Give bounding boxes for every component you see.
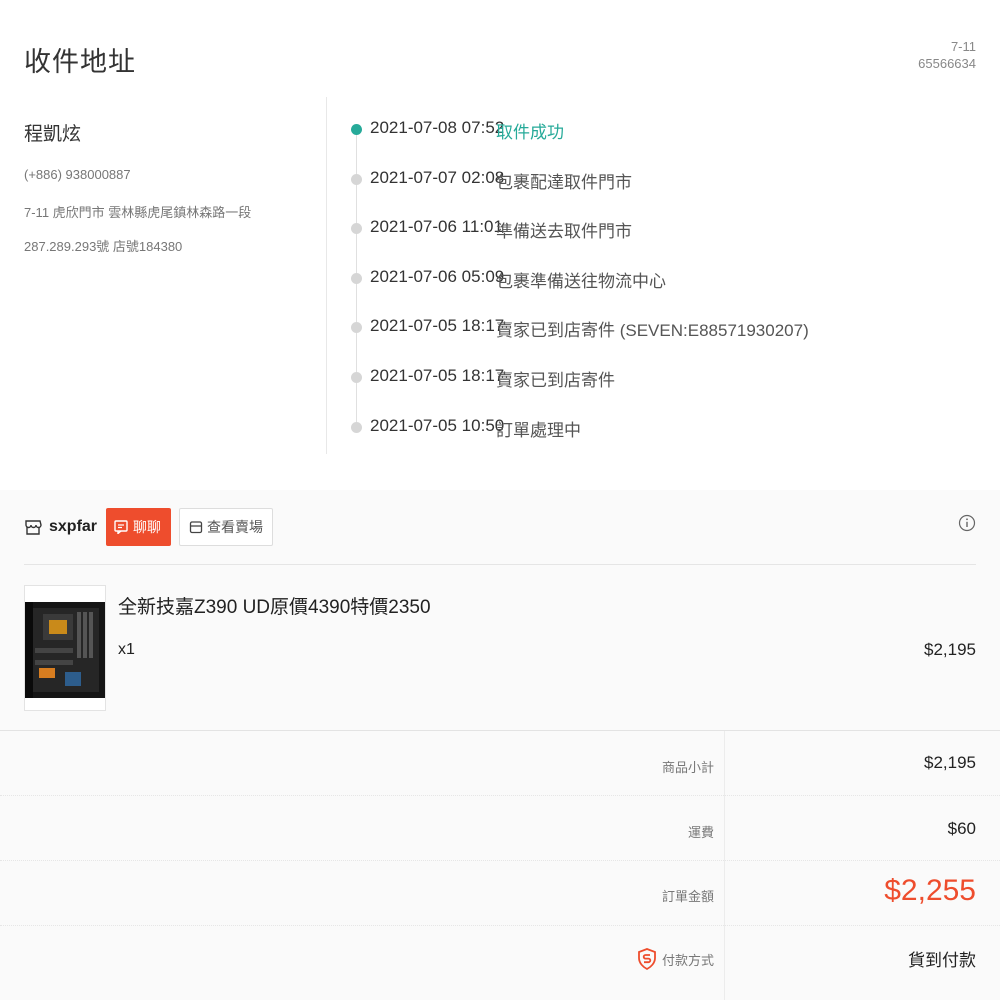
timeline-dot [351, 173, 362, 185]
timeline-item: 2021-07-06 11:01 準備送去取件門市 [340, 207, 980, 257]
order-summary: 商品小計 $2,195 運費 $60 訂單金額 $2,255 付款方式 貨到付款 [0, 730, 1000, 1000]
product-thumbnail[interactable] [24, 585, 106, 711]
shipping-address-section: 收件地址 7-11 65566634 程凱炫 (+886) 938000887 … [0, 0, 1000, 490]
shipping-value: $60 [947, 819, 976, 838]
carrier-info: 7-11 65566634 [918, 38, 976, 72]
product-name[interactable]: 全新技嘉Z390 UD原價4390特價2350 [118, 592, 431, 619]
timeline-dot [351, 421, 362, 433]
total-label: 訂單金額 [661, 889, 714, 904]
subtotal-row: 商品小計 $2,195 [0, 731, 1000, 796]
chat-button[interactable]: 聊聊 [106, 508, 172, 546]
tracking-timeline: 2021-07-08 07:52 取件成功 2021-07-07 02:08 包… [340, 108, 980, 455]
subtotal-label: 商品小計 [661, 760, 714, 775]
motherboard-image [25, 602, 105, 698]
timeline-status: 訂單處理中 [496, 420, 581, 440]
chat-button-label: 聊聊 [133, 519, 162, 535]
timeline-status: 包裹配達取件門市 [496, 172, 632, 192]
timeline-item: 2021-07-05 10:50 訂單處理中 [340, 406, 980, 456]
view-shop-button-label: 查看賣場 [207, 519, 264, 535]
timeline-dot-active [351, 124, 362, 135]
timeline-time: 2021-07-07 02:08 [370, 167, 505, 187]
timeline-item: 2021-07-05 18:17 賣家已到店寄件 [340, 356, 980, 406]
timeline-time: 2021-07-08 07:52 [370, 118, 505, 137]
address-title: 收件地址 [24, 47, 136, 77]
view-shop-button[interactable]: 查看賣場 [179, 508, 274, 546]
timeline-time: 2021-07-05 18:17 [370, 365, 505, 385]
section-divider [326, 97, 327, 454]
shipping-row: 運費 $60 [0, 796, 1000, 861]
chat-icon [114, 520, 128, 534]
info-icon[interactable] [958, 514, 976, 532]
timeline-dot [351, 322, 362, 334]
storefront-icon [189, 521, 203, 534]
timeline-item: 2021-07-06 05:09 包裹準備送往物流中心 [340, 257, 980, 307]
recipient-phone: (+886) 938000887 [24, 167, 131, 182]
payment-method-label: 付款方式 [638, 948, 714, 970]
tracking-number: 65566634 [918, 56, 976, 71]
carrier-name: 7-11 [950, 39, 976, 54]
timeline-item: 2021-07-07 02:08 包裹配達取件門市 [340, 158, 980, 208]
shop-name[interactable]: sxpfar [49, 518, 97, 536]
payment-method-value: 貨到付款 [908, 951, 976, 970]
shipping-label: 運費 [687, 825, 714, 840]
timeline-time: 2021-07-05 10:50 [370, 415, 505, 435]
timeline-item: 2021-07-08 07:52 取件成功 [340, 108, 980, 158]
shop-divider [24, 564, 976, 565]
timeline-dot [351, 223, 362, 235]
order-section: sxpfar 聊聊 查看賣場 全新技嘉Z390 UD原價4390特價2350 x… [0, 490, 1000, 1000]
timeline-status: 包裹準備送往物流中心 [496, 271, 666, 291]
total-row: 訂單金額 $2,255 [0, 861, 1000, 926]
product-quantity: x1 [118, 641, 135, 658]
timeline-dot [351, 371, 362, 383]
subtotal-value: $2,195 [924, 753, 976, 772]
timeline-status: 賣家已到店寄件 [496, 370, 615, 390]
recipient-name: 程凱炫 [24, 124, 82, 145]
shop-bar: sxpfar 聊聊 查看賣場 [24, 507, 274, 547]
product-item[interactable]: 全新技嘉Z390 UD原價4390特價2350 x1 $2,195 [24, 585, 976, 712]
address-line-2: 287.289.293號 店號184380 [24, 239, 183, 254]
total-value: $2,255 [884, 874, 976, 907]
timeline-time: 2021-07-06 11:01 [370, 217, 503, 237]
timeline-item: 2021-07-05 18:17 賣家已到店寄件 (SEVEN:E8857193… [340, 306, 980, 356]
address-line-1: 7-11 虎欣門市 雲林縣虎尾鎮林森路一段 [24, 205, 252, 220]
timeline-status: 取件成功 [496, 123, 564, 142]
timeline-time: 2021-07-05 18:17 [370, 316, 505, 336]
payment-method-label-text: 付款方式 [661, 952, 714, 968]
shop-icon [25, 520, 42, 535]
timeline-status: 賣家已到店寄件 (SEVEN:E88571930207) [496, 321, 809, 341]
timeline-status: 準備送去取件門市 [496, 222, 632, 242]
product-price: $2,195 [924, 640, 976, 659]
timeline-time: 2021-07-06 05:09 [370, 266, 505, 286]
shield-icon [638, 948, 656, 970]
timeline-dot [351, 272, 362, 284]
payment-row: 付款方式 貨到付款 [0, 926, 1000, 991]
